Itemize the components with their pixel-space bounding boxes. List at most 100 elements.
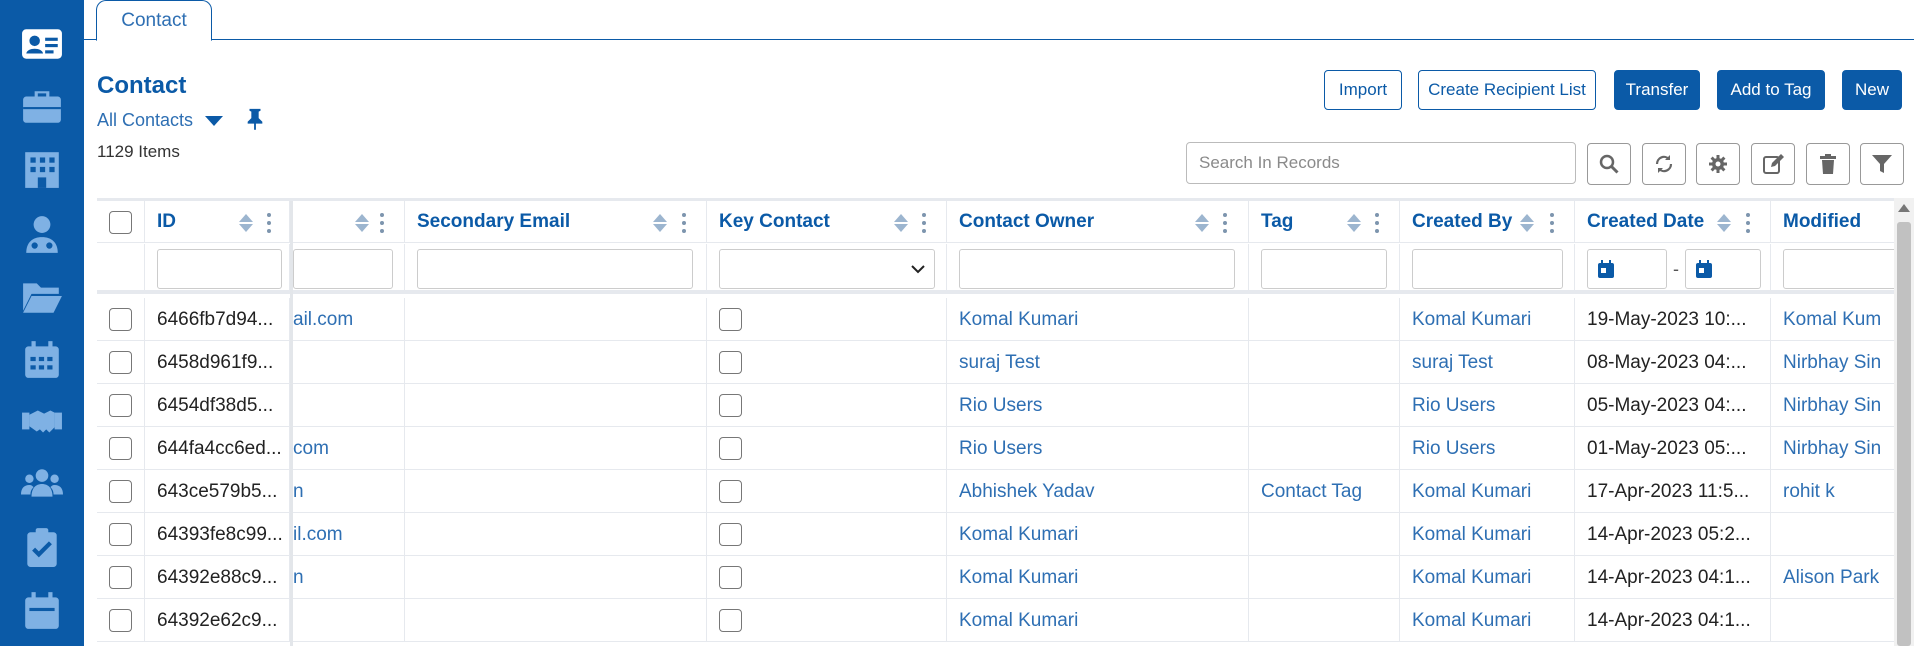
cell-modified[interactable]: Nirbhay Sin: [1771, 427, 1899, 470]
cell-modified[interactable]: Nirbhay Sin: [1771, 341, 1899, 384]
cell-created-by[interactable]: Komal Kumari: [1400, 556, 1575, 599]
cell-tag[interactable]: [1249, 556, 1400, 599]
import-button[interactable]: Import: [1324, 70, 1402, 110]
cell-owner[interactable]: Komal Kumari: [947, 513, 1249, 556]
key-contact-checkbox[interactable]: [719, 480, 742, 503]
filter-tag-input[interactable]: [1261, 249, 1387, 289]
row-select-checkbox[interactable]: [109, 566, 132, 589]
cell-tag[interactable]: [1249, 341, 1400, 384]
row-select-checkbox[interactable]: [109, 523, 132, 546]
user-tie-icon[interactable]: [18, 210, 66, 258]
column-menu-icon[interactable]: [682, 213, 686, 233]
transfer-button[interactable]: Transfer: [1614, 70, 1700, 110]
sort-icon[interactable]: [1347, 214, 1361, 232]
key-contact-checkbox[interactable]: [719, 308, 742, 331]
table-row[interactable]: 64393fe8c99... il.com Komal Kumari Komal Ku…: [97, 513, 1897, 556]
cell-email[interactable]: n: [293, 470, 405, 513]
key-contact-checkbox[interactable]: [719, 609, 742, 632]
cell-email[interactable]: com: [293, 427, 405, 470]
cell-tag[interactable]: [1249, 599, 1400, 642]
new-button[interactable]: New: [1842, 70, 1902, 110]
cell-owner[interactable]: Komal Kumari: [947, 599, 1249, 642]
cell-modified[interactable]: [1771, 599, 1899, 642]
handshake-icon[interactable]: [18, 397, 66, 445]
cell-email[interactable]: [293, 599, 405, 642]
cell-owner[interactable]: Abhishek Yadav: [947, 470, 1249, 513]
cell-created-by[interactable]: Rio Users: [1400, 384, 1575, 427]
table-row[interactable]: 64392e62c9... Komal Kumari Komal Kumari 14-…: [97, 599, 1897, 642]
col-created-date[interactable]: Created Date: [1575, 201, 1771, 243]
cell-tag[interactable]: [1249, 298, 1400, 341]
filter-created-by-input[interactable]: [1412, 249, 1563, 289]
calendar-alt-icon[interactable]: [18, 586, 66, 634]
cell-created-by[interactable]: Komal Kumari: [1400, 513, 1575, 556]
sort-icon[interactable]: [355, 214, 369, 232]
cell-created-by[interactable]: Rio Users: [1400, 427, 1575, 470]
sort-icon[interactable]: [1520, 214, 1534, 232]
cell-email[interactable]: [293, 341, 405, 384]
building-icon[interactable]: [18, 145, 66, 193]
cell-modified[interactable]: [1771, 513, 1899, 556]
cell-owner[interactable]: Rio Users: [947, 384, 1249, 427]
tab-contact[interactable]: Contact: [96, 0, 212, 41]
clipboard-check-icon[interactable]: [18, 523, 66, 571]
cell-email[interactable]: ail.com: [293, 298, 405, 341]
edit-button[interactable]: [1751, 143, 1795, 185]
vertical-scrollbar[interactable]: [1894, 198, 1914, 646]
pin-icon[interactable]: [231, 106, 265, 135]
folder-open-icon[interactable]: [18, 272, 66, 320]
table-row[interactable]: 6466fb7d94... ail.com Komal Kumari Komal Ku…: [97, 298, 1897, 341]
briefcase-icon[interactable]: [18, 82, 66, 130]
table-row[interactable]: 64392e88c9... n Komal Kumari Komal Kumari 14…: [97, 556, 1897, 599]
cell-email[interactable]: n: [293, 556, 405, 599]
column-menu-icon[interactable]: [1746, 213, 1750, 233]
table-row[interactable]: 6458d961f9... suraj Test suraj Test 08-May-…: [97, 341, 1897, 384]
filter-date-to[interactable]: [1685, 249, 1761, 289]
key-contact-checkbox[interactable]: [719, 394, 742, 417]
cell-created-by[interactable]: Komal Kumari: [1400, 470, 1575, 513]
cell-owner[interactable]: Komal Kumari: [947, 298, 1249, 341]
cell-created-by[interactable]: Komal Kumari: [1400, 599, 1575, 642]
cell-tag[interactable]: [1249, 513, 1400, 556]
filter-id-input[interactable]: [157, 249, 282, 289]
delete-button[interactable]: [1806, 143, 1850, 185]
select-all-checkbox[interactable]: [109, 210, 132, 234]
column-menu-icon[interactable]: [1223, 213, 1227, 233]
column-menu-icon[interactable]: [267, 213, 271, 233]
cell-modified[interactable]: rohit k: [1771, 470, 1899, 513]
sort-icon[interactable]: [239, 214, 253, 232]
scrollbar-thumb[interactable]: [1897, 222, 1911, 646]
filter-date-from[interactable]: [1587, 249, 1667, 289]
cell-tag[interactable]: [1249, 384, 1400, 427]
column-menu-icon[interactable]: [1375, 213, 1379, 233]
cell-tag[interactable]: [1249, 427, 1400, 470]
filter-secondary-email-input[interactable]: [417, 249, 693, 289]
refresh-button[interactable]: [1642, 143, 1686, 185]
table-row[interactable]: 644fa4cc6ed... com Rio Users Rio Users 01-Ma…: [97, 427, 1897, 470]
search-button[interactable]: [1587, 143, 1631, 185]
filter-email-input[interactable]: [293, 249, 393, 289]
key-contact-checkbox[interactable]: [719, 523, 742, 546]
create-recipient-list-button[interactable]: Create Recipient List: [1418, 70, 1596, 110]
key-contact-checkbox[interactable]: [719, 437, 742, 460]
cell-owner[interactable]: Komal Kumari: [947, 556, 1249, 599]
scroll-up-arrow-icon[interactable]: [1898, 204, 1910, 212]
row-select-checkbox[interactable]: [109, 480, 132, 503]
users-icon[interactable]: [18, 460, 66, 508]
key-contact-checkbox[interactable]: [719, 351, 742, 374]
sort-icon[interactable]: [894, 214, 908, 232]
cell-modified[interactable]: Komal Kum: [1771, 298, 1899, 341]
row-select-checkbox[interactable]: [109, 308, 132, 331]
cell-owner[interactable]: suraj Test: [947, 341, 1249, 384]
sort-icon[interactable]: [1195, 214, 1209, 232]
sort-icon[interactable]: [653, 214, 667, 232]
col-key-contact[interactable]: Key Contact: [707, 201, 947, 243]
calendar-icon[interactable]: [18, 335, 66, 383]
column-menu-icon[interactable]: [380, 213, 384, 233]
filter-contact-owner-input[interactable]: [959, 249, 1235, 289]
cell-modified[interactable]: Nirbhay Sin: [1771, 384, 1899, 427]
col-contact-owner[interactable]: Contact Owner: [947, 201, 1249, 243]
table-row[interactable]: 643ce579b5... n Abhishek Yadav Contact Tag K…: [97, 470, 1897, 513]
view-label[interactable]: All Contacts: [97, 110, 193, 131]
cell-created-by[interactable]: suraj Test: [1400, 341, 1575, 384]
